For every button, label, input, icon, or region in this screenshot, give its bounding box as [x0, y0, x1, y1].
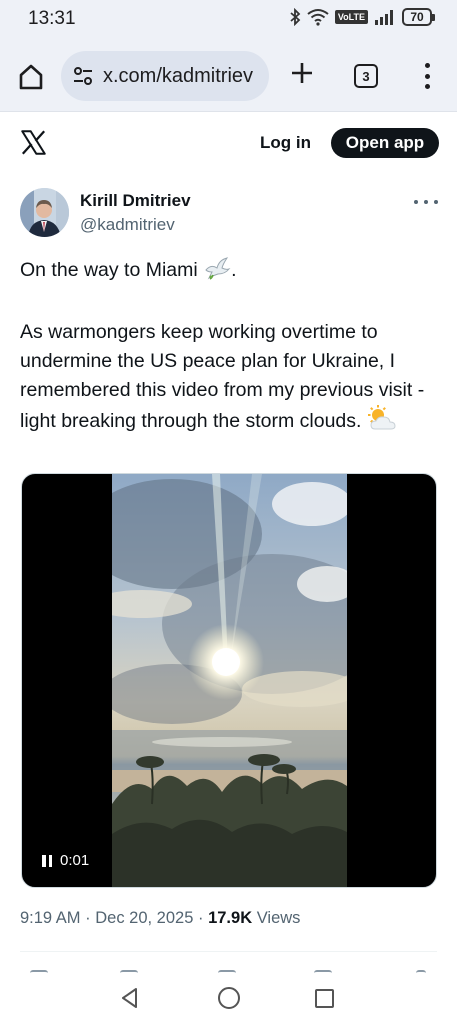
meta-separator: ·	[85, 909, 96, 927]
overflow-menu-icon[interactable]	[420, 63, 434, 89]
new-tab-icon[interactable]	[289, 60, 315, 86]
site-header: Log in Open app	[0, 112, 457, 174]
tab-switcher-button[interactable]: 3	[354, 64, 378, 88]
address-bar[interactable]: x.com/kadmitriev	[61, 51, 269, 101]
home-nav-icon[interactable]	[218, 987, 240, 1009]
dove-icon	[203, 256, 231, 289]
sun-behind-cloud-icon	[367, 405, 397, 440]
open-app-button[interactable]: Open app	[331, 128, 439, 158]
video-controls: 0:01	[42, 852, 89, 869]
avatar-image	[20, 188, 69, 237]
back-icon[interactable]	[118, 986, 142, 1010]
tweet-video[interactable]: 0:01	[21, 473, 437, 888]
video-timestamp: 0:01	[60, 852, 90, 869]
home-icon[interactable]	[14, 60, 48, 94]
x-logo-icon[interactable]	[20, 129, 47, 156]
bookmark-icon[interactable]	[314, 970, 332, 973]
tweet-date[interactable]: Dec 20, 2025	[95, 909, 193, 927]
tweet-meta: 9:19 AM · Dec 20, 2025 · 17.9K Views	[20, 909, 300, 928]
divider	[20, 951, 437, 952]
author-handle[interactable]: @kadmitriev	[80, 215, 175, 235]
tweet-text-period: .	[231, 259, 237, 281]
tweet-time[interactable]: 9:19 AM	[20, 909, 81, 927]
battery-level: 70	[410, 10, 424, 24]
system-nav-bar	[0, 974, 457, 1024]
battery-icon: 70	[402, 8, 435, 26]
tweet-text-line1: On the way to Miami	[20, 259, 198, 281]
recents-icon[interactable]	[315, 989, 334, 1008]
views-count: 17.9K	[208, 909, 253, 927]
reply-icon[interactable]	[30, 970, 48, 973]
tweet-text: On the way to Miami . As warmongers keep…	[20, 256, 440, 440]
video-frame	[112, 474, 347, 887]
author-name[interactable]: Kirill Dmitriev	[80, 191, 191, 211]
pause-icon[interactable]	[42, 854, 52, 867]
status-icons: VoLTE 70	[289, 8, 435, 26]
tweet-text-line2: As warmongers keep working overtime to u…	[20, 321, 425, 432]
repost-icon[interactable]	[120, 970, 138, 973]
avatar[interactable]	[20, 188, 69, 237]
wifi-icon	[307, 9, 329, 26]
status-time: 13:31	[28, 8, 76, 29]
tweet-actions-row	[0, 966, 457, 974]
views-label: Views	[256, 909, 301, 927]
tab-count: 3	[362, 68, 370, 84]
signal-icon	[375, 10, 393, 25]
log-in-button[interactable]: Log in	[252, 128, 319, 158]
share-icon[interactable]	[416, 970, 426, 973]
like-icon[interactable]	[218, 970, 236, 973]
more-options-icon[interactable]	[414, 196, 438, 208]
url-text: x.com/kadmitriev	[103, 64, 254, 87]
meta-separator: ·	[197, 909, 209, 927]
browser-toolbar: x.com/kadmitriev 3	[0, 38, 457, 112]
site-settings-icon[interactable]	[71, 64, 95, 88]
status-bar: 13:31 VoLTE 70	[0, 0, 457, 38]
bluetooth-icon	[290, 8, 301, 26]
volte-badge: VoLTE	[334, 10, 368, 24]
